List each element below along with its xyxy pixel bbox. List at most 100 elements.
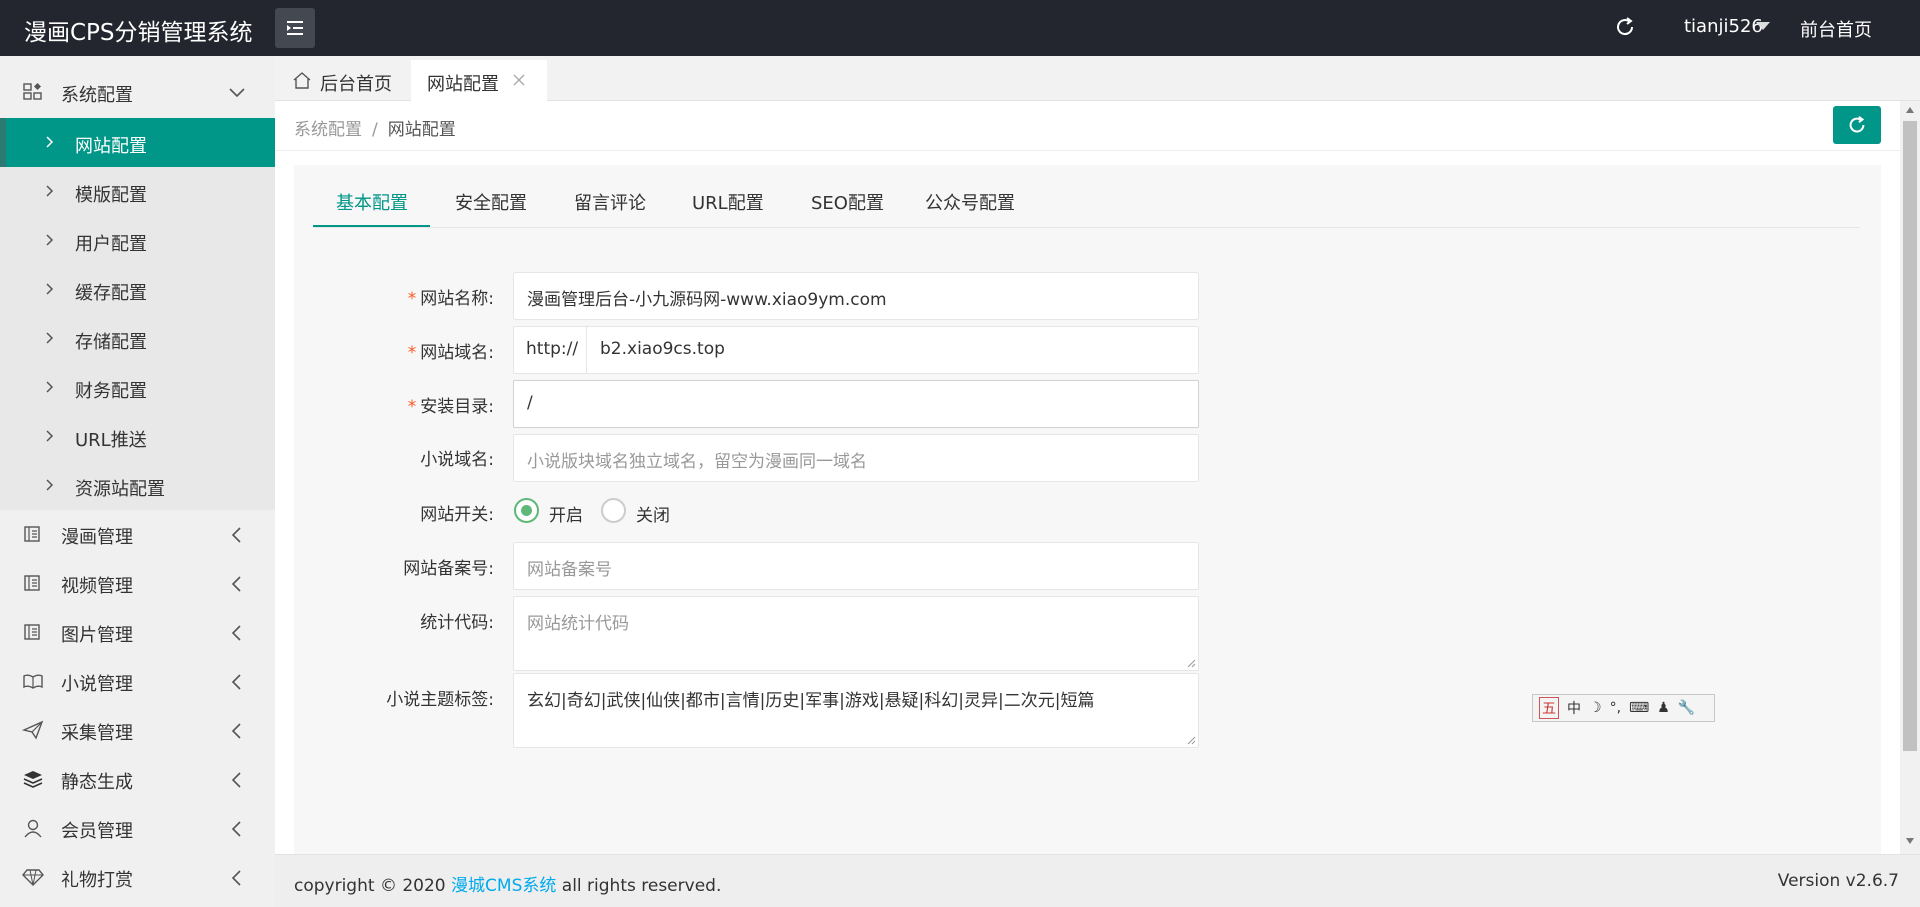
breadcrumb-current: 网站配置 [387, 120, 456, 140]
chevron-left-icon [231, 674, 241, 690]
breadcrumb: 系统配置 / 网站配置 [294, 115, 456, 140]
ime-lang-icon[interactable]: 中 [1567, 698, 1581, 718]
sidebar-group-label: 静态生成 [61, 772, 133, 793]
tab-admin-home[interactable]: 后台首页 [293, 60, 413, 101]
sidebar-item-label: 缓存配置 [75, 283, 147, 304]
cms-link[interactable]: 漫城CMS系统 [451, 876, 556, 896]
copyright-suffix: all rights reserved. [556, 876, 722, 896]
tab-wechat-config[interactable]: 公众号配置 [925, 189, 1015, 215]
copyright-prefix: copyright © 2020 [294, 876, 452, 896]
tab-seo-config[interactable]: SEO配置 [811, 189, 884, 215]
ime-punct-icon[interactable]: °, [1610, 700, 1621, 716]
scroll-up-icon[interactable] [1906, 107, 1914, 113]
caret-down-icon[interactable] [1756, 22, 1770, 30]
menu-toggle-button[interactable] [275, 8, 315, 48]
novel-tags-value: 玄幻|奇幻|武侠|仙侠|都市|言情|历史|军事|游戏|悬疑|科幻|灵异|二次元|… [527, 691, 1095, 711]
tab-security-config[interactable]: 安全配置 [455, 189, 527, 215]
resize-handle-icon[interactable] [1186, 735, 1196, 745]
sidebar-group-system-config[interactable]: 系统配置 [0, 68, 275, 117]
label-text: 网站名称: [420, 289, 494, 309]
sidebar-item-site-config[interactable]: 网站配置 [0, 118, 275, 167]
install-dir-input[interactable]: / [513, 380, 1199, 428]
sidebar-group-collect[interactable]: 采集管理 [0, 706, 275, 755]
sidebar-item-storage-config[interactable]: 存储配置 [0, 314, 275, 363]
sidebar-item-resource-config[interactable]: 资源站配置 [0, 461, 275, 510]
sidebar-item-label: 资源站配置 [75, 479, 165, 500]
tab-basic-config[interactable]: 基本配置 [336, 189, 408, 215]
sidebar-item-cache-config[interactable]: 缓存配置 [0, 265, 275, 314]
stats-code-textarea[interactable]: 网站统计代码 [513, 596, 1199, 671]
chevron-right-icon [46, 185, 54, 197]
front-home-link[interactable]: 前台首页 [1800, 16, 1872, 42]
sidebar-group-gift[interactable]: 礼物打赏 [0, 853, 275, 902]
domain-prefix: http:// [513, 326, 587, 374]
scroll-thumb[interactable] [1903, 121, 1917, 751]
sidebar-group-comic[interactable]: 漫画管理 [0, 510, 275, 559]
ime-settings-icon[interactable]: 🔧 [1678, 700, 1695, 716]
sidebar-group-label: 采集管理 [61, 723, 133, 744]
sidebar-group-label: 视频管理 [61, 576, 133, 597]
user-icon [24, 819, 42, 838]
ime-user-icon[interactable]: ♟ [1657, 700, 1670, 716]
close-icon[interactable] [513, 74, 525, 86]
chevron-left-icon [231, 527, 241, 543]
sidebar-item-url-push[interactable]: URL推送 [0, 412, 275, 461]
layers-icon [23, 771, 43, 788]
install-dir-label: * 安装目录: [294, 392, 494, 417]
sidebar-item-label: 网站配置 [75, 136, 147, 157]
book-icon [24, 624, 40, 640]
scroll-down-icon[interactable] [1906, 838, 1914, 844]
resize-handle-icon[interactable] [1186, 658, 1196, 668]
label-text: 安装目录: [420, 397, 494, 417]
sidebar-group-label: 系统配置 [61, 85, 133, 106]
breadcrumb-parent[interactable]: 系统配置 [294, 120, 362, 140]
top-header: 漫画CPS分销管理系统 tianji526 前台首页 [0, 0, 1920, 56]
brand-title: 漫画CPS分销管理系统 [24, 20, 253, 46]
grid-icon [23, 83, 42, 100]
ime-moon-icon[interactable]: ☽ [1589, 700, 1602, 716]
menu-indent-icon [287, 21, 303, 35]
novel-tags-textarea[interactable]: 玄幻|奇幻|武侠|仙侠|都市|言情|历史|军事|游戏|悬疑|科幻|灵异|二次元|… [513, 673, 1199, 748]
stats-code-label: 统计代码: [420, 613, 494, 633]
sidebar-item-user-config[interactable]: 用户配置 [0, 216, 275, 265]
chevron-right-icon [46, 283, 54, 295]
site-name-input[interactable]: 漫画管理后台-小九源码网-www.xiao9ym.com [513, 272, 1199, 320]
tab-label: 后台首页 [320, 74, 392, 95]
chevron-right-icon [46, 234, 54, 246]
config-panel: 基本配置 安全配置 留言评论 URL配置 SEO配置 公众号配置 * 网站名称: … [294, 165, 1881, 854]
ime-toolbar[interactable]: 五 中 ☽ °, ⌨ ♟ 🔧 [1532, 694, 1715, 722]
sidebar-item-finance-config[interactable]: 财务配置 [0, 363, 275, 412]
sidebar-group-static[interactable]: 静态生成 [0, 755, 275, 804]
sidebar-group-video[interactable]: 视频管理 [0, 559, 275, 608]
site-switch-on-label[interactable]: 开启 [549, 501, 583, 526]
sidebar-group-label: 图片管理 [61, 625, 133, 646]
chevron-left-icon [231, 870, 241, 886]
tab-comment-config[interactable]: 留言评论 [574, 189, 646, 215]
ime-mode-icon[interactable]: 五 [1539, 697, 1559, 719]
sidebar-group-label: 小说管理 [61, 674, 133, 695]
sidebar-group-member[interactable]: 会员管理 [0, 804, 275, 853]
site-switch-off-label[interactable]: 关闭 [636, 501, 670, 526]
user-menu[interactable]: tianji526 [1684, 16, 1763, 37]
version-label: Version v2.6.7 [1777, 871, 1899, 891]
ime-keyboard-icon[interactable]: ⌨ [1629, 700, 1649, 716]
icp-input[interactable]: 网站备案号 [513, 542, 1199, 590]
sidebar-group-image[interactable]: 图片管理 [0, 608, 275, 657]
sidebar-item-template-config[interactable]: 模版配置 [0, 167, 275, 216]
site-domain-input[interactable]: b2.xiao9cs.top [586, 326, 1199, 374]
sidebar-group-novel[interactable]: 小说管理 [0, 657, 275, 706]
tab-url-config[interactable]: URL配置 [692, 189, 764, 215]
chevron-left-icon [231, 821, 241, 837]
book-icon [24, 526, 40, 542]
refresh-icon[interactable] [1613, 15, 1637, 39]
tab-site-config[interactable]: 网站配置 [411, 60, 547, 101]
site-switch-off-radio[interactable] [601, 498, 626, 523]
page-scrollbar[interactable] [1900, 101, 1920, 854]
page-refresh-button[interactable] [1833, 106, 1881, 144]
chevron-right-icon [46, 332, 54, 344]
chevron-down-icon [229, 88, 245, 98]
site-switch-on-radio[interactable] [514, 498, 539, 523]
novel-domain-input[interactable]: 小说版块域名独立域名，留空为漫画同一域名 [513, 434, 1199, 482]
sidebar-item-label: 模版配置 [75, 185, 147, 206]
diamond-icon [22, 869, 44, 886]
